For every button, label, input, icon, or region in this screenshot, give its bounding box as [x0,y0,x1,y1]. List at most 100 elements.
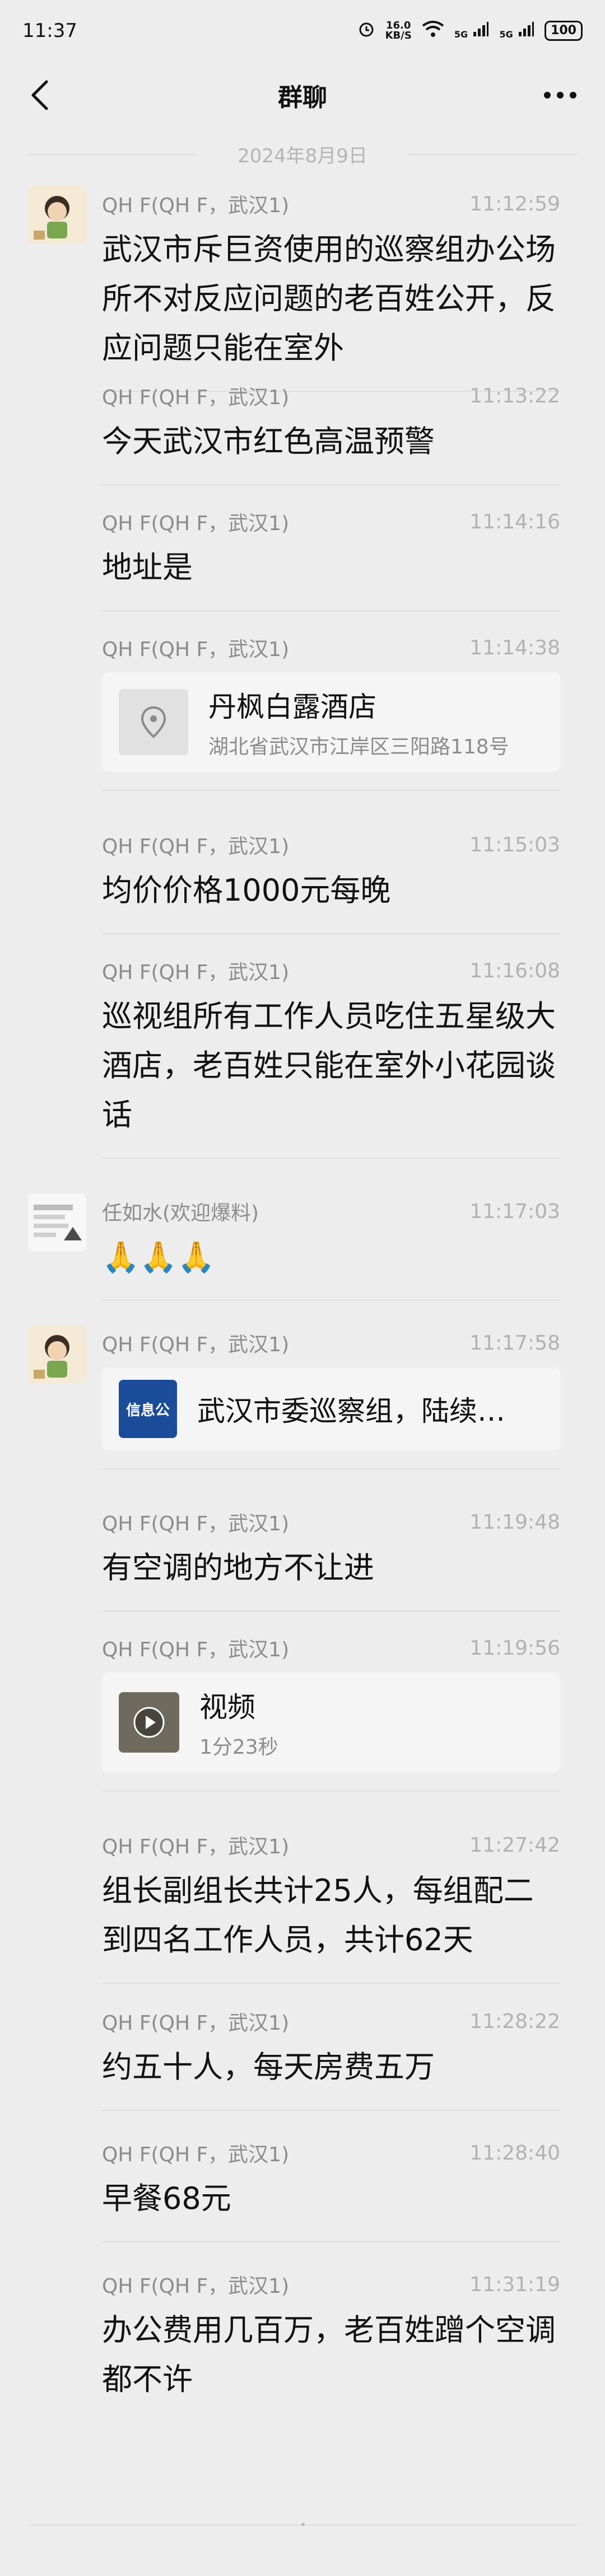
message-time: 11:27:42 [469,1833,560,1857]
message-time: 11:28:40 [469,2141,560,2165]
date-separator: 2024年8月9日 [0,129,605,179]
location-card[interactable]: 丹枫白露酒店 湖北省武汉市江岸区三阳路118号 [102,672,560,772]
video-title: 视频 [199,1691,255,1723]
sender-name: QH F(QH F，武汉1) [102,835,290,858]
avatar-image [28,186,86,244]
message-text[interactable]: 有空调的地方不让进 [102,1543,560,1593]
message-item: QH F(QH F，武汉1) 11:31:19 办公费用几百万，老百姓蹭个空调都不… [0,2260,605,2444]
network-speed: 16.0 KB/S [385,21,412,41]
message-item: QH F(QH F，武汉1) 11:28:40 早餐68元 [0,2128,605,2260]
sender-name: QH F(QH F，武汉1) [102,961,290,984]
avatar[interactable] [28,1193,86,1252]
link-thumb: 信息公 [119,1380,177,1438]
message-time: 11:17:03 [469,1200,560,1223]
sender-name: QH F(QH F，武汉1) [102,1512,290,1535]
message-time: 11:31:19 [469,2273,560,2296]
sender-name: QH F(QH F，武汉1) [102,2012,290,2035]
avatar[interactable] [28,1325,86,1383]
video-thumb [119,1692,179,1753]
sender-name: QH F(QH F，武汉1) [102,1333,290,1356]
message-time: 11:15:03 [469,833,560,856]
divider [102,1300,560,1301]
divider [102,1790,560,1791]
message-item: 任如水(欢迎爆料) 11:17:03 🙏🙏🙏 [0,1187,605,1318]
message-time: 11:12:59 [469,192,560,216]
location-name: 丹枫白露酒店 [208,691,376,723]
link-card[interactable]: 信息公 武汉市委巡察组，陆续… [102,1367,560,1450]
nav-bar: 群聊 [0,62,605,129]
sender-name: QH F(QH F，武汉1) [102,2143,290,2166]
page-title: 群聊 [278,83,327,112]
divider [102,610,560,611]
signal-a-label: 5G [454,29,468,40]
date-label: 2024年8月9日 [238,144,367,167]
signal-b-icon: 5G [499,21,534,41]
message-time: 11:19:56 [469,1636,560,1660]
location-thumb [119,689,188,755]
message-item: QH F(QH F，武汉1) 11:16:08 巡视组所有工作人员吃住五星级大酒店… [0,946,605,1187]
video-duration: 1分23秒 [199,1736,278,1759]
sender-name: QH F(QH F，武汉1) [102,638,290,661]
divider [102,1468,560,1469]
message-time: 11:16:08 [469,959,560,982]
message-time: 11:17:58 [469,1331,560,1355]
message-text[interactable]: 早餐68元 [102,2174,560,2223]
play-icon [133,1707,165,1738]
message-text[interactable]: 组长副组长共计25人，每组配二到四名工作人员，共计62天 [102,1866,560,1965]
message-text[interactable]: 巡视组所有工作人员吃住五星级大酒店，老百姓只能在室外小花园谈话 [102,992,560,1140]
message-time: 11:13:22 [469,384,560,408]
battery-indicator: 100 [544,21,583,41]
wifi-icon [422,20,444,41]
message-item: QH F(QH F，武汉1) 11:19:56 视频 1分23秒 [0,1623,605,1820]
message-text[interactable]: 均价价格1000元每晚 [102,866,560,915]
divider [102,1983,560,1984]
message-text[interactable]: 地址是 [102,543,560,592]
message-text[interactable]: 🙏🙏🙏 [102,1233,560,1282]
divider [102,484,560,485]
video-card[interactable]: 视频 1分23秒 [102,1673,560,1772]
avatar-image [28,1325,86,1383]
chevron-left-icon [31,80,48,110]
sender-name: QH F(QH F，武汉1) [102,386,290,409]
signal-a-icon: 5G [454,21,490,41]
divider [102,1158,560,1159]
signal-b-label: 5G [499,29,513,40]
avatar[interactable] [28,186,86,244]
message-item: QH F(QH F，武汉1) 11:12:59 武汉市斥巨资使用的巡察组办公场所不… [0,179,605,392]
more-options-button[interactable] [538,78,583,112]
scroll-indicator-dot [301,2523,305,2526]
message-item: QH F(QH F，武汉1) 11:14:38 丹枫白露酒店 湖北省武汉市江岸区三… [0,623,605,820]
message-time: 11:14:16 [469,510,560,533]
message-item: QH F(QH F，武汉1) 11:27:42 组长副组长共计25人，每组配二到四… [0,1820,605,1997]
link-title: 武汉市委巡察组，陆续… [197,1395,505,1427]
back-button[interactable] [22,78,56,112]
location-pin-icon [141,706,166,738]
message-item: QH F(QH F，武汉1) 11:28:22 约五十人，每天房费五万 [0,1997,605,2128]
chat-list[interactable]: 2024年8月9日 QH F(QH F，武汉1) 11:12:59 武汉市斥巨资使… [0,129,605,2444]
divider [102,933,560,934]
sender-name: QH F(QH F，武汉1) [102,194,290,217]
sender-name: QH F(QH F，武汉1) [102,1835,290,1858]
divider [102,2110,560,2111]
message-item: QH F(QH F，武汉1) 11:19:48 有空调的地方不让进 [0,1497,605,1623]
message-item: QH F(QH F，武汉1) 11:17:58 信息公 武汉市委巡察组，陆续… [0,1318,605,1497]
message-time: 11:14:38 [469,636,560,659]
more-icon [544,92,576,99]
message-time: 11:19:48 [469,1510,560,1534]
link-thumb-text: 信息公 [125,1402,170,1419]
message-text[interactable]: 武汉市斥巨资使用的巡察组办公场所不对反应问题的老百姓公开，反应问题只能在室外 [102,225,560,373]
network-speed-unit: KB/S [385,30,412,41]
message-text[interactable]: 约五十人，每天房费五万 [102,2043,560,2092]
message-text[interactable]: 办公费用几百万，老百姓蹭个空调都不许 [102,2306,560,2404]
divider [102,2241,560,2242]
divider [102,790,560,791]
sender-name: 任如水(欢迎爆料) [102,1202,259,1225]
avatar-image [28,1193,86,1252]
divider [102,1610,560,1612]
sender-name: QH F(QH F，武汉1) [102,2275,290,2298]
message-item: QH F(QH F，武汉1) 11:14:16 地址是 [0,497,605,623]
status-bar: 11:37 16.0 KB/S 5G 5G 100 [0,0,605,62]
message-text[interactable]: 今天武汉市红色高温预警 [102,417,560,466]
sender-name: QH F(QH F，武汉1) [102,512,290,535]
location-address: 湖北省武汉市江岸区三阳路118号 [208,736,509,758]
